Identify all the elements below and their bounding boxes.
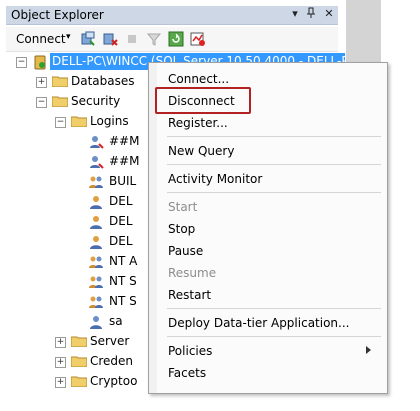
cryptographic-label[interactable]: Cryptoo — [90, 374, 137, 388]
menu-item-label: Deploy Data-tier Application... — [168, 316, 350, 330]
menu-item-label: Facets — [168, 366, 207, 380]
logins-label[interactable]: Logins — [90, 114, 129, 128]
close-icon[interactable]: ✕ — [322, 7, 336, 21]
folder-icon — [70, 115, 88, 128]
login-label[interactable]: NT A — [109, 254, 137, 268]
menu-item-pause[interactable]: Pause — [159, 241, 381, 261]
login-label[interactable]: DEL — [109, 194, 133, 208]
menu-separator — [167, 308, 381, 309]
folder-icon — [70, 335, 88, 348]
menu-item-label: Connect... — [168, 72, 230, 86]
menu-item-label: Restart — [168, 288, 212, 302]
submenu-arrow-icon — [366, 346, 371, 354]
folder-icon — [51, 95, 69, 108]
connect-dropdown-icon[interactable]: ▾ — [66, 32, 71, 42]
login-disabled-icon — [88, 134, 104, 150]
folder-icon — [70, 375, 88, 388]
menu-item-label: Stop — [168, 222, 196, 236]
login-disabled-icon — [88, 154, 104, 170]
group-login-icon — [88, 254, 104, 270]
menu-item-label: Resume — [168, 266, 217, 280]
collapse-icon[interactable]: − — [36, 97, 47, 108]
menu-item-restart[interactable]: Restart — [159, 285, 381, 305]
login-label[interactable]: NT S — [109, 274, 137, 288]
folder-icon — [70, 355, 88, 368]
user-login-icon — [88, 214, 104, 230]
menu-item-label: Register... — [168, 116, 228, 130]
menu-item-label: Pause — [168, 244, 204, 258]
login-label[interactable]: DEL — [109, 214, 133, 228]
menu-item-stop[interactable]: Stop — [159, 219, 381, 239]
menu-item-label: New Query — [168, 144, 235, 158]
menu-separator — [167, 192, 381, 193]
login-label[interactable]: DEL — [109, 234, 133, 248]
databases-label[interactable]: Databases — [71, 74, 135, 88]
refresh-icon[interactable] — [168, 31, 184, 47]
filter-icon[interactable] — [146, 31, 162, 47]
expand-icon[interactable]: + — [36, 77, 47, 88]
connect-button[interactable]: Connect — [16, 32, 66, 46]
menu-item-facets[interactable]: Facets — [159, 363, 381, 383]
menu-item-deploy-data-tier[interactable]: Deploy Data-tier Application... — [159, 313, 381, 333]
server-icon — [32, 54, 48, 70]
menu-item-register[interactable]: Register... — [159, 113, 381, 133]
menu-item-start: Start — [159, 197, 381, 217]
auto-hide-pin-icon[interactable] — [304, 7, 318, 21]
login-label[interactable]: BUIL — [109, 174, 136, 188]
menu-item-connect[interactable]: Connect... — [159, 69, 381, 89]
login-label[interactable]: sa — [109, 314, 123, 328]
group-login-icon — [88, 294, 104, 310]
disconnect-icon[interactable] — [102, 31, 118, 47]
menu-item-label: Policies — [168, 344, 213, 358]
group-login-icon — [88, 274, 104, 290]
collapse-icon[interactable]: − — [16, 57, 27, 68]
credentials-label[interactable]: Creden — [90, 354, 133, 368]
user-login-icon — [88, 314, 104, 330]
menu-item-label: Activity Monitor — [168, 172, 263, 186]
disconnect-highlight-box — [155, 87, 251, 114]
collapse-icon[interactable]: − — [55, 117, 66, 128]
menu-separator — [167, 136, 381, 137]
expand-icon[interactable]: + — [55, 357, 66, 368]
folder-icon — [51, 75, 69, 88]
user-login-icon — [88, 194, 104, 210]
window-position-dropdown-icon[interactable]: ▾ — [288, 7, 302, 21]
expand-icon[interactable]: + — [55, 377, 66, 388]
activity-monitor-icon[interactable] — [190, 31, 206, 47]
login-label[interactable]: ##M — [109, 154, 139, 168]
panel-title: Object Explorer — [11, 8, 104, 22]
login-label[interactable]: NT S — [109, 294, 137, 308]
menu-item-activity-monitor[interactable]: Activity Monitor — [159, 169, 381, 189]
menu-item-label: Start — [168, 200, 198, 214]
menu-separator — [167, 336, 381, 337]
menu-item-new-query[interactable]: New Query — [159, 141, 381, 161]
stop-icon[interactable] — [124, 31, 140, 47]
menu-separator — [167, 164, 381, 165]
security-label[interactable]: Security — [71, 94, 120, 108]
user-login-icon — [88, 234, 104, 250]
object-explorer-toolbar: Connect ▾ — [6, 27, 338, 52]
menu-item-policies[interactable]: Policies — [159, 341, 381, 361]
login-label[interactable]: ##M — [109, 134, 139, 148]
expand-icon[interactable]: + — [55, 337, 66, 348]
menu-item-resume: Resume — [159, 263, 381, 283]
connect-object-explorer-icon[interactable] — [80, 31, 96, 47]
server-roles-label[interactable]: Server — [90, 334, 129, 348]
group-login-icon — [88, 174, 104, 190]
object-explorer-titlebar: Object Explorer ▾ ✕ — [6, 6, 338, 25]
